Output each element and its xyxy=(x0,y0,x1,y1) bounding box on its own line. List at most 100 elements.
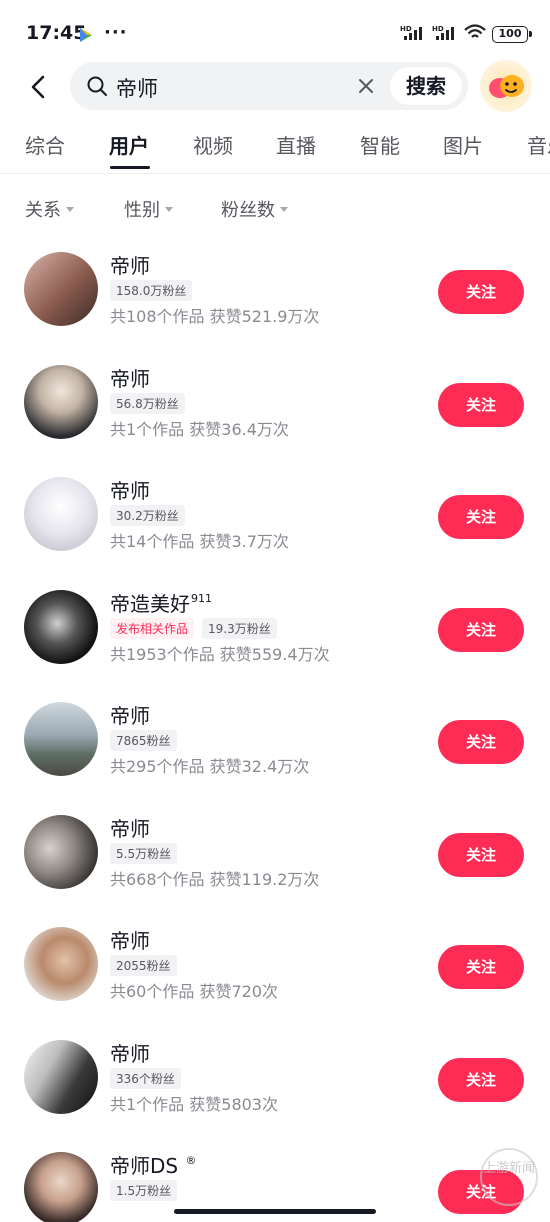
home-indicator[interactable] xyxy=(174,1209,376,1214)
battery-icon: 100 xyxy=(492,25,532,43)
list-item[interactable]: 帝师 30.2万粉丝 共14个作品 获赞3.7万次 关注 xyxy=(0,457,550,569)
follow-button[interactable]: 关注 xyxy=(438,270,524,314)
tab-live[interactable]: 直播 xyxy=(276,130,316,159)
follower-count-badge: 30.2万粉丝 xyxy=(110,505,185,526)
signal-icon: HD xyxy=(432,24,458,44)
filter-label: 关系 xyxy=(25,200,61,221)
follow-button[interactable]: 关注 xyxy=(438,833,524,877)
search-input[interactable]: 帝师 搜索 xyxy=(70,62,468,110)
follower-count-badge: 158.0万粉丝 xyxy=(110,280,193,301)
filter-label: 粉丝数 xyxy=(221,200,275,221)
user-stats: 共1个作品 获赞5803次 xyxy=(110,1095,278,1114)
follower-count-badge: 19.3万粉丝 xyxy=(202,618,277,639)
tab-music[interactable]: 音乐 xyxy=(527,130,550,159)
follow-button[interactable]: 关注 xyxy=(438,495,524,539)
avatar[interactable] xyxy=(24,702,98,776)
filter-bar: 关系 性别 粉丝数 xyxy=(0,190,550,226)
follow-button[interactable]: 关注 xyxy=(438,383,524,427)
user-name: 帝师 xyxy=(110,1042,150,1066)
user-name: 帝师 xyxy=(110,254,150,278)
tab-users[interactable]: 用户 xyxy=(109,130,149,159)
follower-count-badge: 1.5万粉丝 xyxy=(110,1180,178,1201)
user-stats: 共295个作品 获赞32.4万次 xyxy=(110,757,310,776)
user-name-sup: 911 xyxy=(191,592,212,605)
tab-images[interactable]: 图片 xyxy=(443,130,483,159)
user-name-text: 帝师DS xyxy=(110,1154,179,1178)
user-stats: 共60个作品 获赞720次 xyxy=(110,982,278,1001)
mascot-icon[interactable] xyxy=(480,60,532,112)
watermark-logo: 上游新闻 xyxy=(480,1148,538,1206)
list-item[interactable]: 帝师 158.0万粉丝 共108个作品 获赞521.9万次 关注 xyxy=(0,232,550,344)
search-query[interactable]: 帝师 xyxy=(116,73,158,103)
badge-group: 2055粉丝 xyxy=(110,955,177,976)
user-name: 帝师 xyxy=(110,817,150,841)
follow-button[interactable]: 关注 xyxy=(438,1058,524,1102)
filter-label: 性别 xyxy=(124,200,160,221)
search-icon xyxy=(86,75,108,101)
avatar[interactable] xyxy=(24,1040,98,1114)
badge-group: 158.0万粉丝 xyxy=(110,280,193,301)
user-name: 帝师DS ® xyxy=(110,1150,196,1179)
badge-group: 56.8万粉丝 xyxy=(110,393,185,414)
back-arrow-icon[interactable] xyxy=(24,72,54,102)
avatar[interactable] xyxy=(24,365,98,439)
list-item[interactable]: 帝师 336个粉丝 共1个作品 获赞5803次 关注 xyxy=(0,1020,550,1132)
caret-down-icon xyxy=(165,206,173,212)
svg-text:HD: HD xyxy=(432,25,444,33)
badge-group: 7865粉丝 xyxy=(110,730,177,751)
badge-group: 发布相关作品 19.3万粉丝 xyxy=(110,618,277,639)
filter-relation[interactable]: 关系 xyxy=(25,196,74,222)
user-stats: 共668个作品 获赞119.2万次 xyxy=(110,870,320,889)
user-stats: 共108个作品 获赞521.9万次 xyxy=(110,307,320,326)
play-store-icon xyxy=(78,27,94,47)
verified-mark: ® xyxy=(185,1154,197,1167)
avatar[interactable] xyxy=(24,1152,98,1222)
follower-count-badge: 2055粉丝 xyxy=(110,955,177,976)
avatar[interactable] xyxy=(24,590,98,664)
status-bar: 17:45 ··· HD HD 100 xyxy=(0,0,550,60)
clear-icon[interactable] xyxy=(356,76,376,100)
search-header: 帝师 搜索 xyxy=(0,60,550,114)
follow-button[interactable]: 关注 xyxy=(438,608,524,652)
user-stats: 共1953个作品 获赞559.4万次 xyxy=(110,645,330,664)
follower-count-badge: 56.8万粉丝 xyxy=(110,393,185,414)
tab-smart[interactable]: 智能 xyxy=(360,130,400,159)
user-name: 帝造美好911 xyxy=(110,588,212,617)
filter-followers[interactable]: 粉丝数 xyxy=(221,196,288,222)
badge-group: 30.2万粉丝 xyxy=(110,505,185,526)
user-stats: 共1个作品 获赞36.4万次 xyxy=(110,420,289,439)
follow-button[interactable]: 关注 xyxy=(438,945,524,989)
badge-group: 1.5万粉丝 xyxy=(110,1180,178,1201)
user-name-text: 帝造美好 xyxy=(110,592,190,616)
user-name: 帝师 xyxy=(110,479,150,503)
list-item[interactable]: 帝师 2055粉丝 共60个作品 获赞720次 关注 xyxy=(0,907,550,1019)
follower-count-badge: 7865粉丝 xyxy=(110,730,177,751)
list-item[interactable]: 帝师 56.8万粉丝 共1个作品 获赞36.4万次 关注 xyxy=(0,345,550,457)
caret-down-icon xyxy=(66,206,74,212)
user-name: 帝师 xyxy=(110,929,150,953)
list-item[interactable]: 帝师 5.5万粉丝 共668个作品 获赞119.2万次 关注 xyxy=(0,795,550,907)
avatar[interactable] xyxy=(24,815,98,889)
filter-gender[interactable]: 性别 xyxy=(124,196,173,222)
signal-icon: HD xyxy=(400,24,426,44)
active-tab-indicator xyxy=(110,166,150,169)
badge-group: 336个粉丝 xyxy=(110,1068,181,1089)
avatar[interactable] xyxy=(24,927,98,1001)
user-name: 帝师 xyxy=(110,704,150,728)
list-item[interactable]: 帝造美好911 发布相关作品 19.3万粉丝 共1953个作品 获赞559.4万… xyxy=(0,570,550,682)
tab-videos[interactable]: 视频 xyxy=(193,130,233,159)
related-works-badge: 发布相关作品 xyxy=(110,618,195,639)
avatar[interactable] xyxy=(24,252,98,326)
tab-all[interactable]: 综合 xyxy=(25,130,65,159)
follower-count-badge: 5.5万粉丝 xyxy=(110,843,178,864)
user-stats: 共14个作品 获赞3.7万次 xyxy=(110,532,289,551)
svg-text:HD: HD xyxy=(400,25,412,33)
search-button[interactable]: 搜索 xyxy=(390,67,462,105)
category-tabs: 综合 用户 视频 直播 智能 图片 音乐 xyxy=(0,122,550,174)
caret-down-icon xyxy=(280,206,288,212)
follower-count-badge: 336个粉丝 xyxy=(110,1068,181,1089)
list-item[interactable]: 帝师 7865粉丝 共295个作品 获赞32.4万次 关注 xyxy=(0,682,550,794)
follow-button[interactable]: 关注 xyxy=(438,720,524,764)
status-more-dots: ··· xyxy=(104,22,128,43)
avatar[interactable] xyxy=(24,477,98,551)
